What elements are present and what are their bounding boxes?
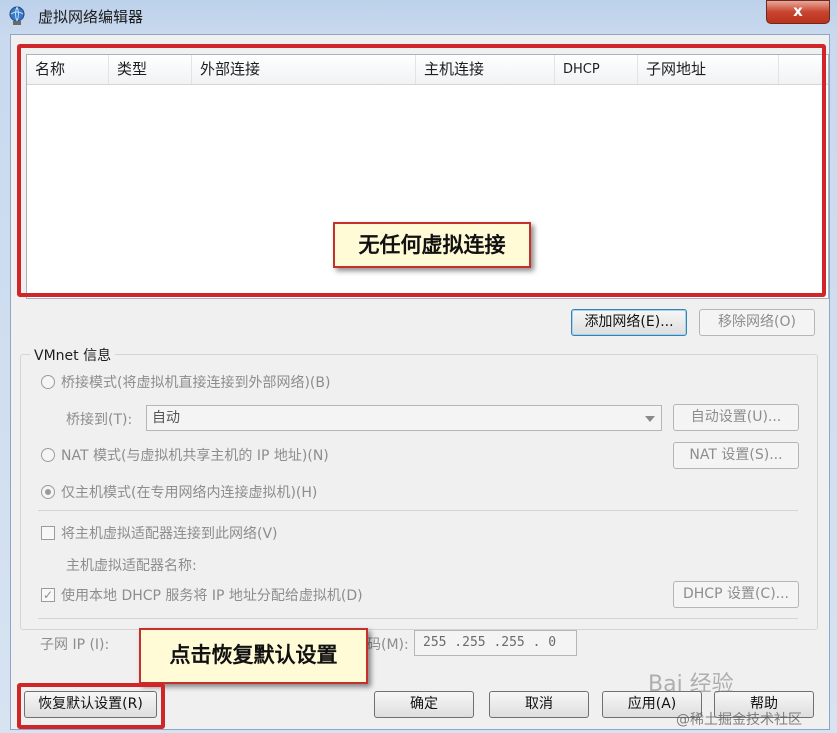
restore-defaults-callout: 点击恢复默认设置 [139, 628, 368, 684]
nat-mode-label: NAT 模式(与虚拟机共享主机的 IP 地址)(N) [61, 448, 329, 464]
use-dhcp-checkbox[interactable]: ✓ [41, 588, 55, 602]
window-title: 虚拟网络编辑器 [38, 8, 144, 26]
add-network-button[interactable]: 添加网络(E)... [571, 309, 687, 336]
bridged-mode-label: 桥接模式(将虚拟机直接连接到外部网络)(B) [61, 375, 331, 391]
subnet-mask-input[interactable]: 255 .255 .255 . 0 [414, 630, 577, 656]
divider [38, 618, 798, 619]
subnet-mask-label: 码(M): [367, 637, 409, 653]
auto-settings-button[interactable]: 自动设置(U)... [673, 404, 799, 431]
close-button[interactable]: x [766, 0, 830, 24]
vmnet-info-title: VMnet 信息 [30, 345, 116, 365]
vmware-globe-icon [9, 6, 25, 25]
connect-adapter-label: 将主机虚拟适配器连接到此网络(V) [61, 526, 278, 542]
title-bar: 虚拟网络编辑器 x [0, 0, 837, 32]
baidu-watermark: Bai 经验 [648, 672, 734, 697]
ok-button[interactable]: 确定 [374, 691, 474, 718]
divider [38, 510, 798, 511]
nat-settings-button[interactable]: NAT 设置(S)... [673, 442, 799, 469]
bridged-mode-radio[interactable] [41, 375, 55, 389]
virtual-network-editor-window: 虚拟网络编辑器 x 名称 类型 外部连接 主机连接 DHCP 子网地址 无任何虚… [0, 0, 837, 733]
host-only-mode-radio[interactable] [41, 485, 55, 499]
cancel-button[interactable]: 取消 [489, 691, 589, 718]
remove-network-button[interactable]: 移除网络(O) [699, 309, 815, 336]
bridged-to-select[interactable]: 自动 [146, 405, 662, 431]
nat-mode-radio[interactable] [41, 448, 55, 462]
juejin-watermark: @稀土掘金技术社区 [676, 712, 802, 728]
subnet-ip-label: 子网 IP (I): [40, 637, 110, 653]
use-dhcp-label: 使用本地 DHCP 服务将 IP 地址分配给虚拟机(D) [61, 588, 363, 604]
bridged-to-label: 桥接到(T): [66, 412, 133, 428]
radio-selected-dot [45, 489, 51, 495]
connect-adapter-checkbox[interactable] [41, 526, 55, 540]
host-only-mode-label: 仅主机模式(在专用网络内连接虚拟机)(H) [61, 485, 318, 501]
chevron-down-icon [645, 416, 655, 422]
restore-defaults-highlight [17, 683, 165, 729]
empty-list-callout: 无任何虚拟连接 [333, 222, 531, 268]
dhcp-settings-button[interactable]: DHCP 设置(C)... [673, 581, 799, 608]
bridged-to-value: 自动 [152, 410, 180, 426]
adapter-name-label: 主机虚拟适配器名称: [66, 558, 197, 574]
